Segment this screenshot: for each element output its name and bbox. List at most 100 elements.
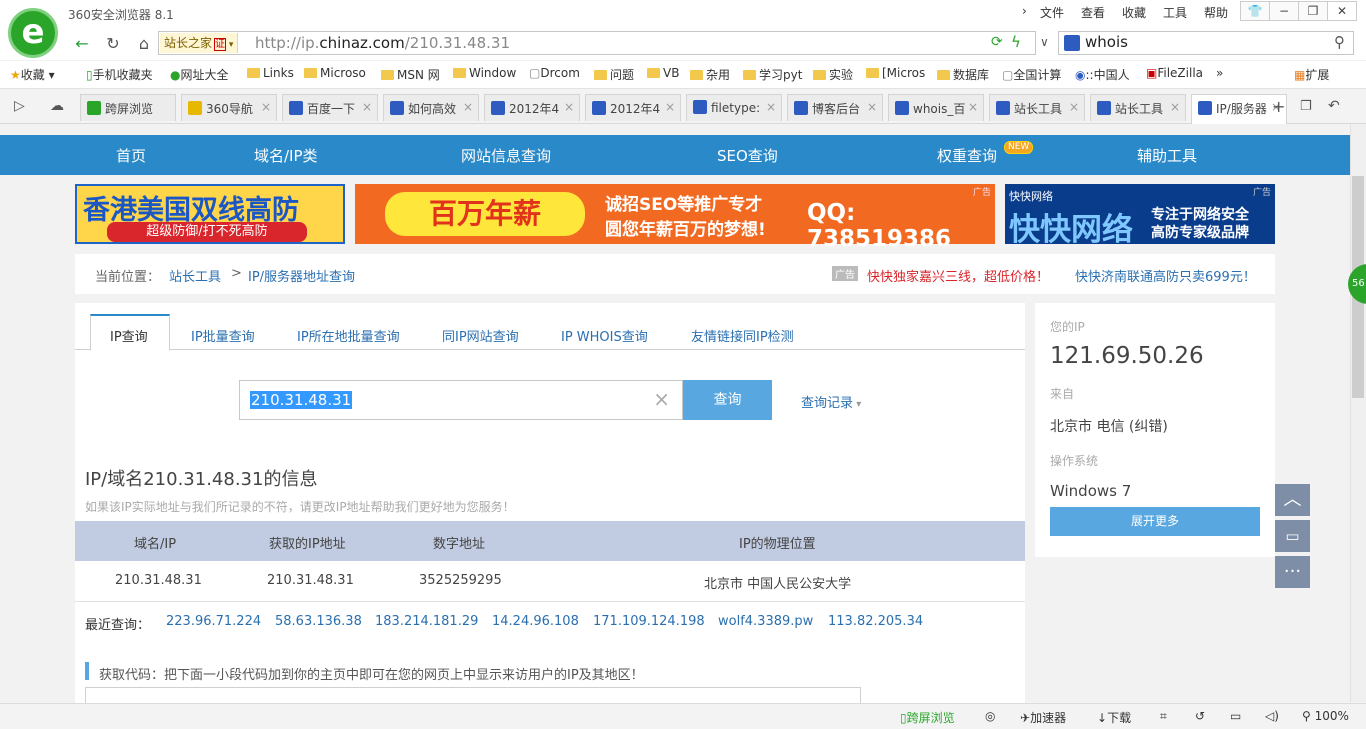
refresh-icon[interactable]: ↻ (101, 33, 125, 55)
ie-mode-icon[interactable]: ◎ (985, 709, 995, 723)
cloud-icon[interactable]: ☁ (50, 98, 64, 114)
tab-ip-whois[interactable]: IP WHOIS查询 (561, 326, 648, 345)
recent-link[interactable]: 14.24.96.108 (492, 614, 579, 629)
bookmark-folder[interactable]: Microso (304, 66, 366, 80)
bookmark-folder[interactable]: Links (247, 66, 294, 80)
url-text[interactable]: http://ip.chinaz.com/210.31.48.31 (255, 34, 510, 52)
bookmark-folder[interactable]: 杂用 (690, 66, 730, 83)
bookmark-folder[interactable]: [Micros (866, 66, 925, 80)
ad-banner-hk[interactable]: 香港美国双线高防 超级防御/打不死高防 (75, 184, 345, 244)
chevron-down-icon[interactable]: ∨ (1040, 35, 1049, 49)
tab-ip-location-batch[interactable]: IP所在地批量查询 (297, 326, 400, 345)
nav-seo[interactable]: SEO查询 (717, 145, 778, 166)
tab-close-icon[interactable]: × (968, 100, 978, 114)
tab-close-icon[interactable]: × (1069, 100, 1079, 114)
bookmark-nav[interactable]: ●网址大全 (170, 66, 229, 83)
cross-screen-button[interactable]: ▯跨屏浏览 (900, 709, 955, 726)
browser-tab[interactable]: 360导航 × (181, 94, 277, 121)
promo-link[interactable]: 快快独家嘉兴三线，超低价格！ (867, 266, 1049, 285)
breadcrumb-home[interactable]: 站长工具 (169, 266, 221, 285)
site-badge[interactable]: 站长之家证 ▾ (160, 33, 239, 53)
undo-close-icon[interactable]: ↶ (1328, 98, 1340, 114)
correct-link[interactable]: (纠错) (1129, 419, 1168, 435)
extensions-button[interactable]: ▦扩展 (1294, 66, 1329, 83)
nav-domain-ip[interactable]: 域名/IP类 (254, 145, 318, 166)
promo-link[interactable]: 快快济南联通高防只卖699元！ (1075, 266, 1256, 285)
tab-close-icon[interactable]: × (1170, 100, 1180, 114)
recent-link[interactable]: 183.214.181.29 (375, 614, 478, 629)
change-ip-link[interactable]: 更改IP地址 (312, 500, 371, 514)
close-button[interactable]: ✕ (1327, 1, 1357, 21)
download-button[interactable]: ↓下载 (1097, 709, 1131, 726)
more-bookmarks-icon[interactable]: » (1216, 66, 1223, 80)
browser-tab[interactable]: filetype: × (686, 94, 782, 121)
sidebar-toggle-icon[interactable]: ▷ (14, 98, 25, 114)
address-bar[interactable]: 站长之家证 ▾ http://ip.chinaz.com/210.31.48.3… (158, 31, 1036, 55)
maximize-button[interactable]: ❐ (1298, 1, 1328, 21)
tab-close-icon[interactable]: × (463, 100, 473, 114)
ad-banner-kuaikuai[interactable]: 快快网络 快快网络 专注于网络安全 高防专家级品牌 广告 (1005, 184, 1275, 248)
bookmark-folder[interactable]: Window (453, 66, 516, 80)
tab-close-icon[interactable]: × (766, 100, 776, 114)
ip-input[interactable]: 210.31.48.31 × (239, 380, 683, 420)
nav-weight[interactable]: 权重查询 (937, 145, 997, 166)
bookmark-mobile[interactable]: ▯手机收藏夹 (86, 66, 153, 83)
browser-tab[interactable]: 如何高效 × (383, 94, 479, 121)
more-icon[interactable]: ··· (1275, 556, 1310, 588)
ip-input-value[interactable]: 210.31.48.31 (250, 391, 353, 409)
recent-link[interactable]: 58.63.136.38 (275, 614, 362, 629)
query-button[interactable]: 查询 (683, 380, 772, 420)
bookmark-page[interactable]: ▢全国计算 (1002, 66, 1061, 83)
search-box[interactable]: whois ⚲ (1058, 31, 1354, 55)
baidu-icon[interactable] (1064, 35, 1080, 51)
accelerator-button[interactable]: ✈加速器 (1020, 709, 1066, 726)
search-input[interactable]: whois (1085, 33, 1128, 51)
lightning-icon[interactable]: ϟ (1011, 33, 1021, 51)
browser-tab[interactable]: 跨屏浏览 (80, 94, 176, 121)
search-icon[interactable]: ⚲ (1334, 33, 1345, 51)
nav-home[interactable]: 首页 (116, 145, 146, 166)
clear-icon[interactable]: × (653, 387, 670, 411)
bookmark-folder[interactable]: 实验 (813, 66, 853, 83)
ad-banner-seo[interactable]: 百万年薪 诚招SEO等推广专才 圆您年薪百万的梦想! QQ: 738519386… (355, 184, 995, 252)
menu-help[interactable]: 帮助 (1204, 4, 1228, 21)
tab-close-icon[interactable]: × (261, 100, 271, 114)
tab-list-icon[interactable]: ❐ (1300, 99, 1312, 114)
zoom-control[interactable]: ⚲ 100% (1302, 709, 1349, 723)
tab-close-icon[interactable]: × (362, 100, 372, 114)
tab-link-same-ip[interactable]: 友情链接同IP检测 (691, 326, 794, 345)
bookmark-page[interactable]: ▢Drcom (529, 66, 580, 80)
tab-close-icon[interactable]: × (564, 100, 574, 114)
expand-more-button[interactable]: 展开更多 (1050, 507, 1260, 536)
nav-tools[interactable]: 辅助工具 (1137, 145, 1197, 166)
browser-tab[interactable]: 2012年4 × (484, 94, 580, 121)
menu-view[interactable]: 查看 (1081, 4, 1105, 21)
history-dropdown[interactable]: 查询记录 ▾ (801, 392, 861, 411)
browser-tab[interactable]: 百度一下 × (282, 94, 378, 121)
bookmark-folder[interactable]: MSN 网 (381, 66, 440, 83)
browser-tab[interactable]: whois_百 × (888, 94, 984, 121)
feedback-icon[interactable]: ▭ (1275, 520, 1310, 552)
browser-tab[interactable]: 2012年4 × (585, 94, 681, 121)
nav-site-info[interactable]: 网站信息查询 (461, 145, 551, 166)
bookmark-folder[interactable]: 学习pyt (743, 66, 802, 83)
skin-icon[interactable]: 👕 (1240, 1, 1270, 21)
bookmark-page[interactable]: ◉::中国人 (1075, 66, 1130, 83)
tab-close-icon[interactable]: × (867, 100, 877, 114)
minimize-button[interactable]: − (1269, 1, 1299, 21)
browser-tab[interactable]: 站长工具 × (989, 94, 1085, 121)
bookmark-filezilla[interactable]: ▣FileZilla (1146, 66, 1203, 80)
tab-same-ip-sites[interactable]: 同IP网站查询 (442, 326, 519, 345)
new-tab-icon[interactable]: + (1272, 97, 1285, 116)
tab-ip-batch[interactable]: IP批量查询 (191, 326, 255, 345)
restore-icon[interactable]: ↺ (1195, 709, 1205, 723)
back-to-top-icon[interactable]: ︿ (1275, 484, 1310, 516)
breadcrumb-current[interactable]: IP/服务器地址查询 (248, 266, 355, 285)
bookmark-folder[interactable]: 问题 (594, 66, 634, 83)
bookmark-folder[interactable]: VB (647, 66, 679, 80)
recent-link[interactable]: wolf4.3389.pw (718, 614, 813, 629)
chevron-right-icon[interactable]: › (1022, 4, 1027, 18)
menu-tools[interactable]: 工具 (1163, 4, 1187, 21)
screenshot-icon[interactable]: ⌗ (1160, 709, 1167, 724)
recent-link[interactable]: 223.96.71.224 (166, 614, 261, 629)
